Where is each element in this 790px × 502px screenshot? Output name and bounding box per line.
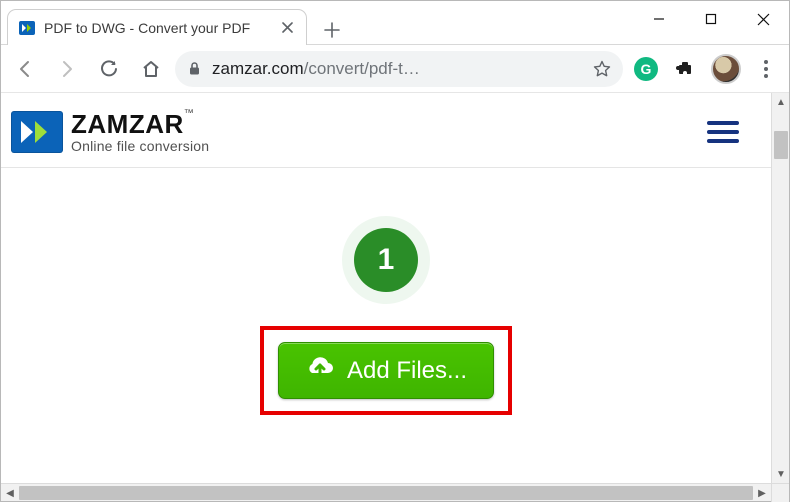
trademark: ™ [184, 108, 195, 119]
avatar-icon [711, 54, 741, 84]
vertical-scroll-thumb[interactable] [774, 131, 788, 159]
tab-title: PDF to DWG - Convert your PDF [44, 20, 270, 36]
favicon-zamzar-icon [18, 19, 36, 37]
site-logo[interactable]: ZAMZAR™ Online file conversion [11, 111, 209, 153]
horizontal-scrollbar[interactable]: ◀ ▶ [1, 483, 789, 501]
minimize-button[interactable] [633, 1, 685, 37]
url-domain: zamzar.com [212, 59, 304, 78]
upload-cloud-icon [305, 355, 335, 386]
vertical-scrollbar[interactable]: ▲ ▼ [771, 93, 789, 483]
scroll-up-icon[interactable]: ▲ [772, 93, 789, 111]
horizontal-scroll-thumb[interactable] [19, 486, 753, 500]
new-tab-button[interactable] [317, 15, 347, 45]
add-files-button[interactable]: Add Files... [278, 342, 494, 399]
step-badge-wrap: 1 [342, 216, 430, 304]
site-header: ZAMZAR™ Online file conversion [1, 93, 771, 168]
home-button[interactable] [133, 51, 169, 87]
tabstrip: PDF to DWG - Convert your PDF [1, 1, 633, 45]
close-tab-icon[interactable] [278, 19, 296, 37]
forward-button[interactable] [49, 51, 85, 87]
lock-icon [187, 61, 202, 76]
extension-grammarly-icon[interactable]: G [629, 52, 663, 86]
logo-mark-icon [11, 111, 63, 153]
page: ZAMZAR™ Online file conversion 1 [1, 93, 771, 483]
url-text: zamzar.com/convert/pdf-t… [212, 59, 420, 79]
tagline: Online file conversion [71, 139, 209, 153]
scroll-left-icon[interactable]: ◀ [1, 484, 19, 502]
hamburger-icon [706, 119, 740, 145]
window-controls [633, 1, 789, 37]
logo-text: ZAMZAR™ Online file conversion [71, 111, 209, 153]
main-content: 1 Add Files... [1, 168, 771, 435]
scrollbar-corner [771, 484, 789, 502]
brand-name: ZAMZAR™ [71, 111, 209, 137]
add-files-label: Add Files... [347, 357, 467, 385]
viewport: ZAMZAR™ Online file conversion 1 [1, 93, 771, 483]
back-button[interactable] [7, 51, 43, 87]
address-bar[interactable]: zamzar.com/convert/pdf-t… [175, 51, 623, 87]
browser-tab[interactable]: PDF to DWG - Convert your PDF [7, 9, 307, 45]
maximize-button[interactable] [685, 1, 737, 37]
titlebar: PDF to DWG - Convert your PDF [1, 1, 789, 45]
profile-avatar[interactable] [709, 52, 743, 86]
reload-button[interactable] [91, 51, 127, 87]
bookmark-star-icon[interactable] [593, 60, 611, 78]
toolbar: zamzar.com/convert/pdf-t… G [1, 45, 789, 93]
browser-window: PDF to DWG - Convert your PDF [0, 0, 790, 502]
chrome-menu-button[interactable] [749, 60, 783, 78]
url-path: /convert/pdf-t… [304, 59, 420, 78]
content-area: ZAMZAR™ Online file conversion 1 [1, 93, 789, 483]
step-badge: 1 [354, 228, 418, 292]
scroll-right-icon[interactable]: ▶ [753, 484, 771, 502]
extensions-button[interactable] [669, 52, 703, 86]
scroll-down-icon[interactable]: ▼ [772, 465, 789, 483]
step-number: 1 [378, 243, 395, 277]
highlight-box: Add Files... [260, 326, 512, 415]
close-window-button[interactable] [737, 1, 789, 37]
menu-button[interactable] [701, 114, 745, 150]
